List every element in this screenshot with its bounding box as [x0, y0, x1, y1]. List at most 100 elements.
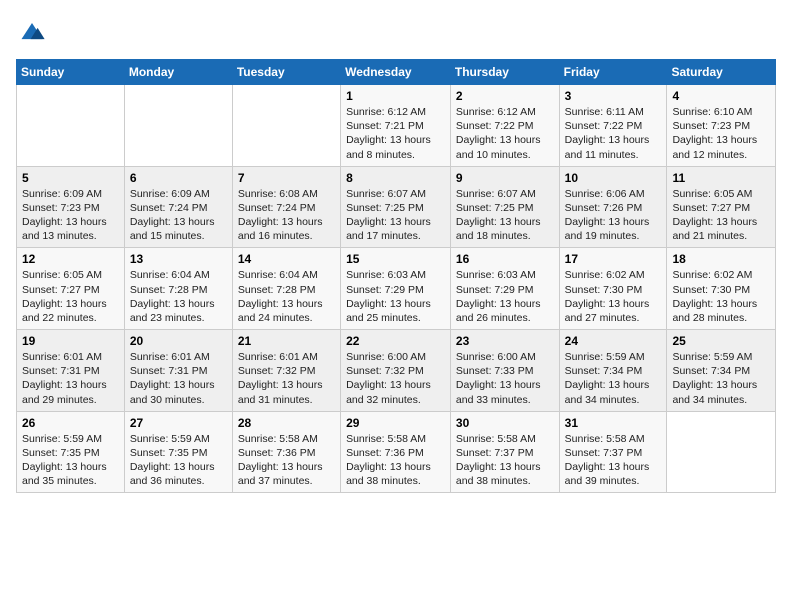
calendar-week-row: 1 Sunrise: 6:12 AM Sunset: 7:21 PM Daylig…: [17, 85, 776, 167]
day-info: Sunrise: 6:01 AM Sunset: 7:31 PM Dayligh…: [130, 350, 227, 407]
day-number: 7: [238, 171, 335, 185]
day-info: Sunrise: 6:07 AM Sunset: 7:25 PM Dayligh…: [346, 187, 445, 244]
calendar-header-cell: Wednesday: [341, 60, 451, 85]
day-number: 12: [22, 252, 119, 266]
calendar-cell: 5 Sunrise: 6:09 AM Sunset: 7:23 PM Daylig…: [17, 166, 125, 248]
day-info: Sunrise: 6:08 AM Sunset: 7:24 PM Dayligh…: [238, 187, 335, 244]
day-info: Sunrise: 5:58 AM Sunset: 7:37 PM Dayligh…: [456, 432, 554, 489]
calendar-cell: 2 Sunrise: 6:12 AM Sunset: 7:22 PM Daylig…: [450, 85, 559, 167]
day-number: 3: [565, 89, 662, 103]
day-info: Sunrise: 6:04 AM Sunset: 7:28 PM Dayligh…: [130, 268, 227, 325]
day-info: Sunrise: 6:06 AM Sunset: 7:26 PM Dayligh…: [565, 187, 662, 244]
day-number: 1: [346, 89, 445, 103]
day-info: Sunrise: 5:59 AM Sunset: 7:34 PM Dayligh…: [672, 350, 770, 407]
day-number: 22: [346, 334, 445, 348]
day-info: Sunrise: 5:59 AM Sunset: 7:34 PM Dayligh…: [565, 350, 662, 407]
calendar-cell: 18 Sunrise: 6:02 AM Sunset: 7:30 PM Dayli…: [667, 248, 776, 330]
calendar-cell: 25 Sunrise: 5:59 AM Sunset: 7:34 PM Dayli…: [667, 330, 776, 412]
calendar-header-cell: Saturday: [667, 60, 776, 85]
calendar-cell: 7 Sunrise: 6:08 AM Sunset: 7:24 PM Daylig…: [232, 166, 340, 248]
day-number: 18: [672, 252, 770, 266]
day-number: 14: [238, 252, 335, 266]
header: [16, 16, 776, 49]
day-info: Sunrise: 6:05 AM Sunset: 7:27 PM Dayligh…: [672, 187, 770, 244]
day-info: Sunrise: 6:10 AM Sunset: 7:23 PM Dayligh…: [672, 105, 770, 162]
calendar-header-cell: Thursday: [450, 60, 559, 85]
day-number: 29: [346, 416, 445, 430]
calendar-header-cell: Friday: [559, 60, 667, 85]
calendar-header-cell: Tuesday: [232, 60, 340, 85]
calendar-cell: 23 Sunrise: 6:00 AM Sunset: 7:33 PM Dayli…: [450, 330, 559, 412]
calendar-cell: 26Sunrise: 5:59 AM Sunset: 7:35 PM Dayli…: [17, 411, 125, 493]
day-info: Sunrise: 5:58 AM Sunset: 7:36 PM Dayligh…: [346, 432, 445, 489]
calendar-cell: 14 Sunrise: 6:04 AM Sunset: 7:28 PM Dayli…: [232, 248, 340, 330]
calendar-cell: 24 Sunrise: 5:59 AM Sunset: 7:34 PM Dayli…: [559, 330, 667, 412]
logo-icon: [18, 16, 46, 44]
calendar-cell: 3 Sunrise: 6:11 AM Sunset: 7:22 PM Daylig…: [559, 85, 667, 167]
day-number: 28: [238, 416, 335, 430]
calendar-body: 1 Sunrise: 6:12 AM Sunset: 7:21 PM Daylig…: [17, 85, 776, 493]
calendar-cell: 13 Sunrise: 6:04 AM Sunset: 7:28 PM Dayli…: [124, 248, 232, 330]
day-number: 15: [346, 252, 445, 266]
calendar-cell: 20 Sunrise: 6:01 AM Sunset: 7:31 PM Dayli…: [124, 330, 232, 412]
calendar-cell: 27 Sunrise: 5:59 AM Sunset: 7:35 PM Dayli…: [124, 411, 232, 493]
day-info: Sunrise: 6:12 AM Sunset: 7:21 PM Dayligh…: [346, 105, 445, 162]
calendar-cell: 30 Sunrise: 5:58 AM Sunset: 7:37 PM Dayli…: [450, 411, 559, 493]
calendar-cell: 31 Sunrise: 5:58 AM Sunset: 7:37 PM Dayli…: [559, 411, 667, 493]
day-number: 30: [456, 416, 554, 430]
calendar-cell: 15Sunrise: 6:03 AM Sunset: 7:29 PM Dayli…: [341, 248, 451, 330]
calendar-header-cell: Monday: [124, 60, 232, 85]
day-number: 24: [565, 334, 662, 348]
calendar-cell: 10 Sunrise: 6:06 AM Sunset: 7:26 PM Dayli…: [559, 166, 667, 248]
day-number: 6: [130, 171, 227, 185]
calendar-cell: 16 Sunrise: 6:03 AM Sunset: 7:29 PM Dayli…: [450, 248, 559, 330]
day-info: Sunrise: 6:11 AM Sunset: 7:22 PM Dayligh…: [565, 105, 662, 162]
calendar-cell: 6Sunrise: 6:09 AM Sunset: 7:24 PM Daylig…: [124, 166, 232, 248]
day-number: 13: [130, 252, 227, 266]
calendar-cell: 9Sunrise: 6:07 AM Sunset: 7:25 PM Daylig…: [450, 166, 559, 248]
day-number: 2: [456, 89, 554, 103]
day-number: 8: [346, 171, 445, 185]
day-number: 4: [672, 89, 770, 103]
day-number: 11: [672, 171, 770, 185]
day-info: Sunrise: 6:07 AM Sunset: 7:25 PM Dayligh…: [456, 187, 554, 244]
day-info: Sunrise: 6:00 AM Sunset: 7:33 PM Dayligh…: [456, 350, 554, 407]
calendar-cell: [667, 411, 776, 493]
calendar-cell: [17, 85, 125, 167]
day-info: Sunrise: 6:01 AM Sunset: 7:32 PM Dayligh…: [238, 350, 335, 407]
day-info: Sunrise: 5:59 AM Sunset: 7:35 PM Dayligh…: [130, 432, 227, 489]
day-info: Sunrise: 5:58 AM Sunset: 7:36 PM Dayligh…: [238, 432, 335, 489]
day-number: 16: [456, 252, 554, 266]
day-info: Sunrise: 6:04 AM Sunset: 7:28 PM Dayligh…: [238, 268, 335, 325]
calendar-table: SundayMondayTuesdayWednesdayThursdayFrid…: [16, 59, 776, 493]
day-number: 20: [130, 334, 227, 348]
calendar-cell: 22Sunrise: 6:00 AM Sunset: 7:32 PM Dayli…: [341, 330, 451, 412]
calendar-cell: 4 Sunrise: 6:10 AM Sunset: 7:23 PM Daylig…: [667, 85, 776, 167]
day-info: Sunrise: 6:02 AM Sunset: 7:30 PM Dayligh…: [672, 268, 770, 325]
day-info: Sunrise: 6:01 AM Sunset: 7:31 PM Dayligh…: [22, 350, 119, 407]
day-number: 27: [130, 416, 227, 430]
day-number: 17: [565, 252, 662, 266]
logo: [16, 16, 46, 49]
calendar-week-row: 26Sunrise: 5:59 AM Sunset: 7:35 PM Dayli…: [17, 411, 776, 493]
calendar-cell: [124, 85, 232, 167]
page: SundayMondayTuesdayWednesdayThursdayFrid…: [0, 0, 792, 612]
day-info: Sunrise: 6:03 AM Sunset: 7:29 PM Dayligh…: [456, 268, 554, 325]
day-info: Sunrise: 6:02 AM Sunset: 7:30 PM Dayligh…: [565, 268, 662, 325]
calendar-week-row: 12Sunrise: 6:05 AM Sunset: 7:27 PM Dayli…: [17, 248, 776, 330]
day-info: Sunrise: 5:58 AM Sunset: 7:37 PM Dayligh…: [565, 432, 662, 489]
calendar-header-cell: Sunday: [17, 60, 125, 85]
day-number: 23: [456, 334, 554, 348]
day-number: 5: [22, 171, 119, 185]
calendar-cell: 28 Sunrise: 5:58 AM Sunset: 7:36 PM Dayli…: [232, 411, 340, 493]
day-info: Sunrise: 6:12 AM Sunset: 7:22 PM Dayligh…: [456, 105, 554, 162]
calendar-cell: 29 Sunrise: 5:58 AM Sunset: 7:36 PM Dayli…: [341, 411, 451, 493]
day-number: 10: [565, 171, 662, 185]
calendar-week-row: 5 Sunrise: 6:09 AM Sunset: 7:23 PM Daylig…: [17, 166, 776, 248]
calendar-header-row: SundayMondayTuesdayWednesdayThursdayFrid…: [17, 60, 776, 85]
day-info: Sunrise: 6:09 AM Sunset: 7:23 PM Dayligh…: [22, 187, 119, 244]
day-number: 25: [672, 334, 770, 348]
calendar-cell: 11 Sunrise: 6:05 AM Sunset: 7:27 PM Dayli…: [667, 166, 776, 248]
calendar-cell: 12Sunrise: 6:05 AM Sunset: 7:27 PM Dayli…: [17, 248, 125, 330]
day-number: 31: [565, 416, 662, 430]
